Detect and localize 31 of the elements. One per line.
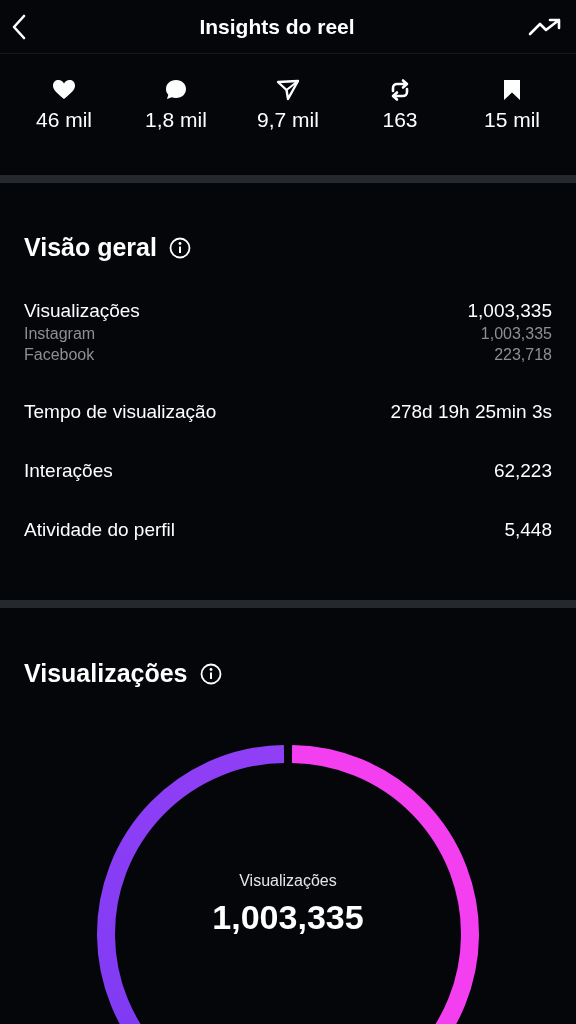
metric-label: Atividade do perfil bbox=[24, 519, 176, 541]
heart-icon bbox=[52, 78, 76, 102]
metric-value: 1,003,335 bbox=[467, 300, 552, 322]
metric-value: 5,448 bbox=[504, 519, 552, 541]
paper-plane-icon bbox=[276, 78, 300, 102]
back-button[interactable] bbox=[12, 13, 26, 40]
stat-value: 1,8 mil bbox=[145, 108, 207, 132]
speech-bubble-icon bbox=[164, 78, 188, 102]
info-icon[interactable] bbox=[168, 236, 191, 259]
trend-button[interactable] bbox=[528, 16, 562, 37]
stat-value: 46 mil bbox=[36, 108, 92, 132]
metric-label: Tempo de visualização bbox=[24, 401, 217, 423]
stat-value: 163 bbox=[382, 108, 418, 132]
stat-value: 15 mil bbox=[484, 108, 540, 132]
metric-value: 278d 19h 25min 3s bbox=[390, 401, 552, 423]
source-label: Instagram bbox=[24, 325, 96, 343]
info-icon[interactable] bbox=[199, 662, 222, 685]
metric-label: Interações bbox=[24, 460, 113, 482]
stat-value: 9,7 mil bbox=[257, 108, 319, 132]
chart-label: Visualizações bbox=[239, 872, 337, 890]
chart-total: 1,003,335 bbox=[212, 898, 364, 937]
source-value: 1,003,335 bbox=[480, 325, 552, 343]
back-icon bbox=[12, 13, 26, 40]
source-label: Facebook bbox=[24, 346, 95, 364]
trending-up-icon bbox=[528, 16, 562, 37]
section-title: Visualizações bbox=[24, 659, 188, 688]
page-title: Insights do reel bbox=[199, 14, 355, 39]
metric-label: Visualizações bbox=[24, 300, 140, 322]
section-title: Visão geral bbox=[24, 233, 157, 262]
metric-value: 62,223 bbox=[493, 460, 552, 482]
source-value: 223,718 bbox=[494, 346, 552, 364]
